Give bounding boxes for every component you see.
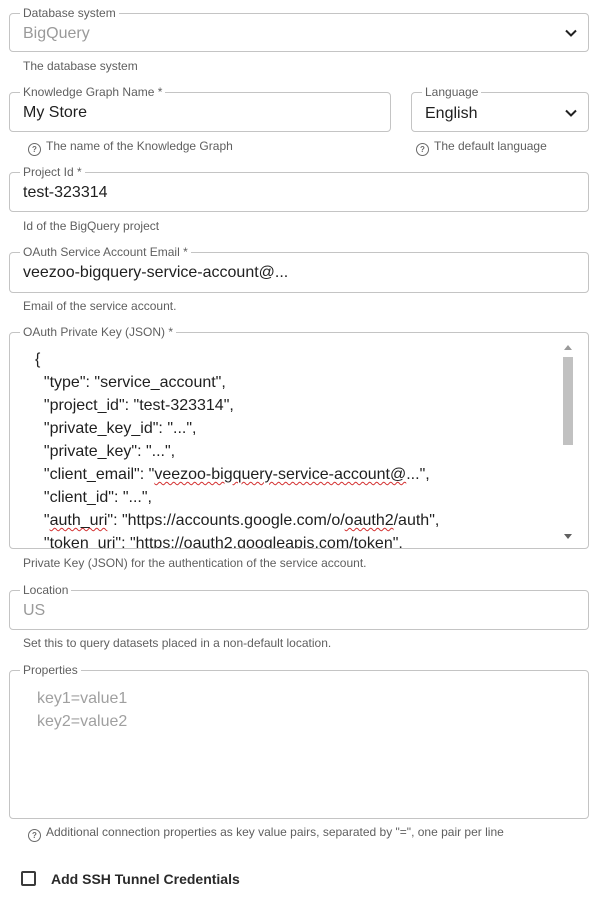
code-line: "type": "service_account",	[35, 374, 226, 391]
location-label: Location	[20, 583, 72, 597]
code-line: "token_uri": "https://oauth2.googleapis.…	[35, 535, 403, 548]
code-line: "private_key": "...",	[35, 443, 176, 460]
scroll-up-arrow-icon[interactable]	[564, 345, 572, 350]
language-helper-text: The default language	[434, 139, 547, 153]
project-id-label: Project Id *	[20, 165, 85, 179]
properties-textarea[interactable]: Properties key1=value1 key2=value2	[9, 663, 589, 819]
properties-label: Properties	[20, 663, 81, 677]
properties-helper: ? Additional connection properties as key…	[28, 825, 504, 842]
kg-name-helper-text: The name of the Knowledge Graph	[46, 139, 233, 153]
oauth-email-input[interactable]: OAuth Service Account Email * veezoo-big…	[9, 245, 589, 293]
oauth-email-helper: Email of the service account.	[23, 299, 177, 313]
database-system-helper: The database system	[23, 59, 138, 73]
location-placeholder: US	[23, 602, 46, 619]
private-key-helper: Private Key (JSON) for the authenticatio…	[23, 556, 367, 570]
private-key-content: { "type": "service_account", "project_id…	[10, 333, 572, 548]
oauth-email-value: veezoo-bigquery-service-account@...	[23, 264, 289, 281]
scroll-down-arrow-icon[interactable]	[564, 534, 572, 539]
code-line: "project_id": "test-323314",	[35, 397, 234, 414]
ssh-checkbox[interactable]	[21, 871, 36, 886]
properties-placeholder-line: key1=value1	[37, 690, 128, 707]
language-select[interactable]: Language English	[411, 85, 589, 132]
code-line: {	[35, 351, 41, 368]
language-helper: ? The default language	[416, 139, 547, 156]
private-key-textarea[interactable]: OAuth Private Key (JSON) * { "type": "se…	[9, 325, 589, 549]
code-line: "client_id": "...",	[35, 489, 152, 506]
help-circle-icon: ?	[416, 143, 429, 156]
location-input[interactable]: Location US	[9, 583, 589, 630]
kg-name-label: Knowledge Graph Name *	[20, 85, 166, 99]
project-id-input[interactable]: Project Id * test-323314	[9, 165, 589, 212]
project-id-helper: Id of the BigQuery project	[23, 219, 160, 233]
database-system-select[interactable]: Database system BigQuery	[9, 6, 589, 52]
language-value: English	[425, 105, 478, 122]
oauth-email-label: OAuth Service Account Email *	[20, 245, 191, 259]
help-circle-icon: ?	[28, 829, 41, 842]
language-label: Language	[422, 85, 482, 99]
help-circle-icon: ?	[28, 143, 41, 156]
kg-name-input[interactable]: Knowledge Graph Name * My Store	[9, 85, 391, 132]
database-system-label: Database system	[20, 6, 119, 20]
chevron-down-icon	[565, 29, 577, 37]
location-helper: Set this to query datasets placed in a n…	[23, 636, 332, 650]
chevron-down-icon	[565, 109, 577, 117]
properties-helper-text: Additional connection properties as key …	[46, 825, 504, 839]
scrollbar-thumb[interactable]	[563, 357, 573, 445]
textarea-scrollbar[interactable]	[562, 343, 574, 541]
kg-name-helper: ? The name of the Knowledge Graph	[28, 139, 233, 156]
code-line: "private_key_id": "...",	[35, 420, 197, 437]
database-system-value: BigQuery	[23, 25, 90, 42]
connection-form: Database system BigQuery The database sy…	[0, 0, 598, 904]
code-line: "client_email": "veezoo-bigquery-service…	[35, 466, 430, 483]
ssh-checkbox-label[interactable]: Add SSH Tunnel Credentials	[51, 871, 240, 887]
code-line: "auth_uri": "https://accounts.google.com…	[35, 512, 440, 529]
kg-name-value: My Store	[23, 104, 88, 121]
properties-placeholder-line: key2=value2	[37, 713, 128, 730]
project-id-value: test-323314	[23, 184, 108, 201]
